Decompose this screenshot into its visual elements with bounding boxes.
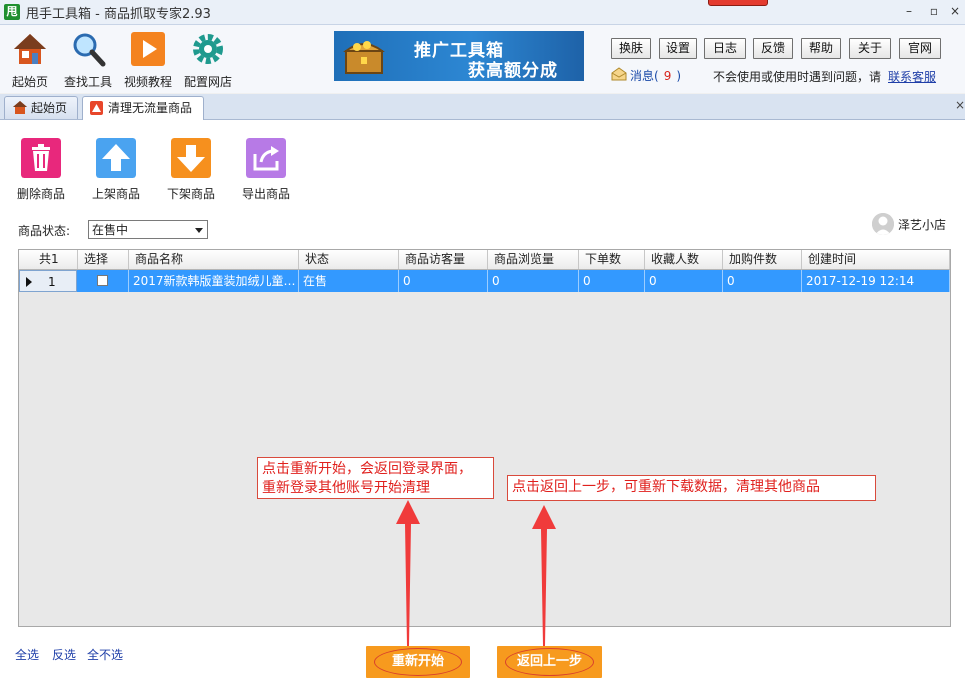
invert-selection-link[interactable]: 反选 — [52, 646, 76, 663]
back-step-button-label: 返回上一步 — [516, 654, 582, 669]
toolbar-configure-shop-button[interactable]: 配置网店 — [178, 27, 238, 91]
avatar — [872, 213, 894, 235]
column-header-name[interactable]: 商品名称 — [129, 250, 299, 269]
delete-products-button[interactable]: 删除商品 — [6, 138, 76, 204]
minimize-button[interactable]: – — [900, 3, 918, 19]
name-cell: 2017新款韩版童装加绒儿童… — [129, 270, 299, 292]
export-products-button[interactable]: 导出商品 — [231, 138, 301, 204]
column-header-count: 共1 — [19, 250, 78, 269]
column-header-status[interactable]: 状态 — [299, 250, 399, 269]
list-products-button[interactable]: 上架商品 — [81, 138, 151, 204]
gear-icon — [193, 34, 223, 64]
action-label: 下架商品 — [166, 187, 215, 201]
restart-button-label: 重新开始 — [391, 654, 444, 669]
play-icon — [131, 32, 165, 66]
official-site-button[interactable]: 官网 — [899, 38, 941, 59]
views-cell: 0 — [488, 270, 579, 292]
arrow-up-icon — [532, 505, 556, 646]
house-icon — [14, 34, 46, 64]
close-button[interactable]: × — [946, 3, 964, 19]
messages-label: 消息( — [630, 69, 659, 83]
column-header-select[interactable]: 选择 — [78, 250, 129, 269]
help-text: 不会使用或使用时遇到问题，请 — [713, 70, 882, 84]
created-cell: 2017-12-19 12:14 — [802, 270, 950, 292]
visitors-cell: 0 — [399, 270, 488, 292]
messages-suffix: ) — [676, 69, 682, 83]
tab-label: 起始页 — [31, 101, 68, 115]
toolbar-home-button[interactable]: 起始页 — [0, 27, 60, 91]
messages-count: 9 — [663, 69, 672, 83]
app-logo: 甩 — [4, 4, 20, 20]
row-index: 1 — [48, 275, 56, 289]
promo-banner[interactable]: 推广工具箱 获高额分成 — [334, 31, 584, 81]
maximize-button[interactable]: ▫ — [925, 3, 943, 19]
toolbar-find-tools-button[interactable]: 查找工具 — [58, 27, 118, 91]
messages-link[interactable]: 消息( 9) — [630, 67, 681, 84]
about-button[interactable]: 关于 — [849, 38, 891, 59]
select-all-link[interactable]: 全选 — [15, 646, 39, 663]
magnifier-icon — [73, 33, 106, 67]
column-header-visitors[interactable]: 商品访客量 — [399, 250, 488, 269]
skin-button[interactable]: 换肤 — [611, 38, 651, 59]
column-header-orders[interactable]: 下单数 — [579, 250, 645, 269]
back-step-button[interactable]: 返回上一步 — [497, 646, 602, 678]
settings-button[interactable]: 设置 — [659, 38, 697, 59]
tab-label: 清理无流量商品 — [108, 101, 193, 115]
status-filter-select[interactable]: 在售中 — [88, 220, 208, 239]
select-cell — [78, 270, 129, 292]
row-header[interactable]: 1 — [19, 270, 77, 292]
feedback-button[interactable]: 反馈 — [753, 38, 793, 59]
trash-icon — [21, 138, 61, 178]
restart-annotation-line1: 点击重新开始，会返回登录界面， — [262, 461, 472, 477]
grid-header: 共1 选择 商品名称 状态 商品访客量 商品浏览量 下单数 收藏人数 加购件数 … — [19, 250, 950, 270]
message-icon — [611, 67, 627, 81]
delist-products-button[interactable]: 下架商品 — [156, 138, 226, 204]
column-header-views[interactable]: 商品浏览量 — [488, 250, 579, 269]
tab-close-icon[interactable]: × — [955, 98, 965, 112]
title-decoration — [708, 0, 768, 6]
treasure-chest-icon — [343, 41, 385, 74]
column-header-favorites[interactable]: 收藏人数 — [645, 250, 723, 269]
cart-cell: 0 — [723, 270, 802, 292]
promo-line2: 获高额分成 — [468, 61, 558, 81]
action-label: 删除商品 — [16, 187, 65, 201]
orders-cell: 0 — [579, 270, 645, 292]
status-cell: 在售 — [299, 270, 399, 292]
status-filter-value: 在售中 — [92, 223, 129, 237]
window-title: 甩手工具箱 - 商品抓取专家2.93 — [26, 7, 211, 22]
column-header-created[interactable]: 创建时间 — [802, 250, 950, 269]
column-header-cart[interactable]: 加购件数 — [723, 250, 802, 269]
back-annotation: 点击返回上一步，可重新下载数据，清理其他商品 — [507, 475, 876, 501]
action-label: 导出商品 — [241, 187, 290, 201]
shop-name: 泽艺小店 — [898, 218, 947, 232]
arrow-up-icon — [96, 138, 136, 178]
restart-annotation: 点击重新开始，会返回登录界面， 重新登录其他账号开始清理 — [257, 457, 494, 499]
status-filter-label: 商品状态: — [18, 224, 71, 238]
arrow-down-icon — [171, 138, 211, 178]
restart-annotation-line2: 重新登录其他账号开始清理 — [262, 480, 430, 496]
tab-home[interactable]: 起始页 — [4, 96, 78, 119]
house-icon — [13, 101, 27, 114]
table-row[interactable]: 1 2017新款韩版童装加绒儿童… 在售 0 0 0 0 0 2017-12-1… — [19, 270, 950, 292]
restart-button[interactable]: 重新开始 — [366, 646, 470, 678]
chevron-down-icon — [195, 228, 203, 233]
help-button[interactable]: 帮助 — [801, 38, 841, 59]
contact-support-link[interactable]: 联系客服 — [888, 68, 936, 85]
toolbar-video-tutorial-button[interactable]: 视频教程 — [118, 27, 178, 91]
export-icon — [246, 138, 286, 178]
action-label: 上架商品 — [91, 187, 140, 201]
row-pointer-icon — [26, 277, 32, 287]
toolbar-label: 配置网店 — [183, 75, 232, 89]
log-button[interactable]: 日志 — [704, 38, 746, 59]
select-none-link[interactable]: 全不选 — [87, 646, 123, 663]
clean-icon — [90, 101, 103, 115]
arrow-up-icon — [396, 500, 420, 646]
favorites-cell: 0 — [645, 270, 723, 292]
product-grid — [18, 249, 951, 627]
tab-clean-no-traffic[interactable]: 清理无流量商品 — [82, 96, 204, 120]
